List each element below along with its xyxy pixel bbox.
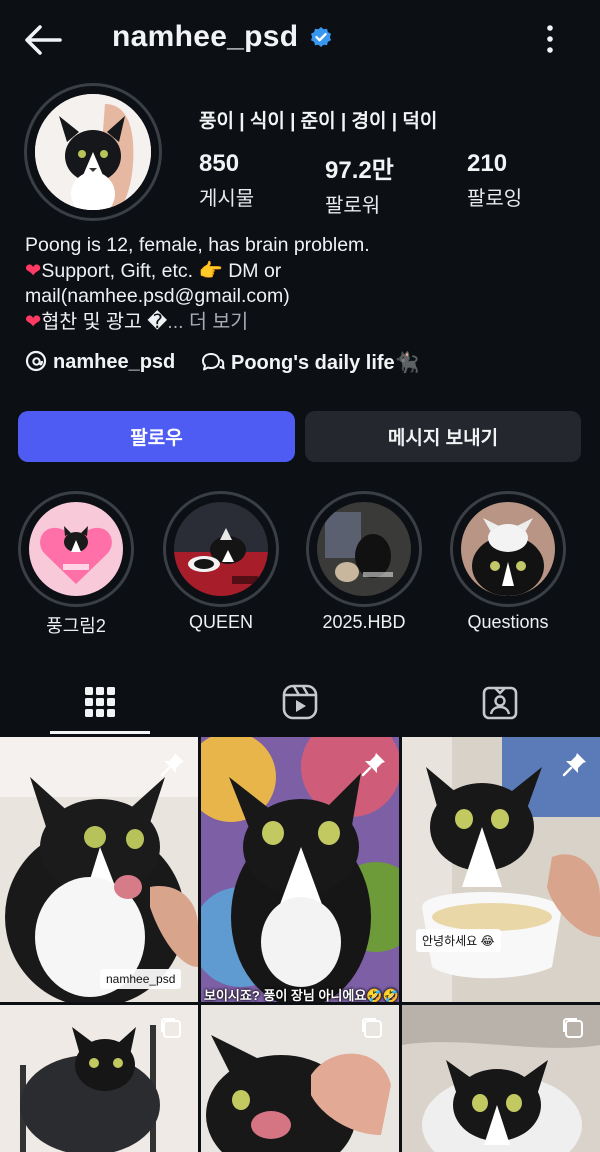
multi-post-icon [362, 1018, 382, 1038]
tab-grid[interactable] [0, 668, 200, 736]
post-caption: namhee_psd [100, 969, 182, 989]
profile-tabs [0, 668, 600, 736]
tab-reels[interactable] [200, 668, 400, 736]
post-tile[interactable] [402, 1005, 600, 1152]
bio-more-link[interactable]: ... 더 보기 [167, 311, 248, 333]
highlight-ring [18, 491, 134, 607]
threads-link[interactable]: namhee_psd [25, 350, 175, 374]
back-arrow-icon[interactable] [20, 20, 66, 60]
posts-count[interactable]: 850 게시물 [199, 150, 254, 211]
post-caption: 보이시죠? 풍이 장님 아니에요🤣🤣 [204, 988, 399, 1002]
bio-line-1: Poong is 12, female, has brain problem. [25, 234, 370, 256]
highlight-cover [29, 502, 123, 596]
followers-count[interactable]: 97.2만 팔로워 [325, 150, 394, 218]
tagged-icon [482, 686, 518, 720]
pointing-hand-icon: 👉 [198, 259, 223, 282]
highlight-cover [317, 502, 411, 596]
channel-link[interactable]: Poong's daily life🐈‍⬛ [201, 350, 420, 375]
avatar[interactable] [35, 94, 151, 210]
following-count[interactable]: 210 팔로잉 [467, 150, 522, 211]
post-tile[interactable] [0, 1005, 198, 1152]
following-count-label: 팔로잉 [467, 188, 523, 210]
bio-line-4: ❤협찬 및 광고 �... 더 보기 [25, 310, 585, 336]
verified-badge-icon [311, 27, 331, 47]
highlight-item[interactable]: QUEEN [163, 491, 279, 633]
bio-line-2-tail: DM or [222, 259, 282, 282]
follow-button[interactable]: 팔로우 [18, 411, 295, 462]
tab-tagged[interactable] [400, 668, 600, 736]
highlight-cover [174, 502, 268, 596]
bio-line-2-text: Support, Gift, etc. [41, 259, 199, 282]
highlight-item[interactable]: 풍그림2 [18, 491, 134, 638]
highlight-label: 풍그림2 [46, 616, 106, 636]
pinned-icon [361, 753, 385, 777]
more-options-icon[interactable] [536, 22, 564, 56]
highlight-label: QUEEN [188, 612, 253, 632]
pinned-icon [160, 753, 184, 777]
threads-link-label: namhee_psd [53, 351, 176, 373]
multi-post-icon [563, 1018, 583, 1038]
highlight-ring [450, 491, 566, 607]
active-tab-indicator [50, 731, 150, 734]
posts-count-value: 850 [199, 150, 240, 177]
top-bar: namhee_psd [0, 0, 600, 80]
highlight-label: Questions [467, 612, 549, 632]
message-button[interactable]: 메시지 보내기 [305, 411, 581, 462]
highlight-ring [306, 491, 422, 607]
bio-line-3: mail(namhee.psd@gmail.com) [25, 285, 290, 307]
chat-bubble-icon [202, 353, 225, 371]
heart-icon: ❤ [25, 259, 42, 282]
post-tile[interactable]: 안녕하세요 😂 [402, 737, 600, 1002]
grid-icon [85, 687, 115, 717]
followers-count-value: 97.2만 [325, 157, 394, 184]
highlight-cover [461, 502, 555, 596]
post-tile[interactable]: namhee_psd [0, 737, 198, 1002]
bio-line-2: ❤Support, Gift, etc. 👉 DM or [25, 259, 585, 285]
channel-link-label: Poong's daily life🐈‍⬛ [231, 352, 420, 374]
following-count-value: 210 [467, 150, 508, 177]
highlight-ring [163, 491, 279, 607]
posts-count-label: 게시물 [199, 188, 255, 210]
profile-display-names: 풍이 | 식이 | 준이 | 경이 | 덕이 [199, 111, 438, 132]
bio-line-4-text: 협찬 및 광고 � [41, 310, 168, 333]
heart-icon: ❤ [25, 310, 42, 333]
multi-post-icon [161, 1018, 181, 1038]
profile-bio: Poong is 12, female, has brain problem. … [25, 233, 585, 335]
highlight-label: 2025.HBD [322, 612, 406, 632]
highlight-item[interactable]: 2025.HBD [306, 491, 422, 633]
post-caption: 안녕하세요 😂 [416, 929, 501, 952]
reels-icon [282, 684, 318, 720]
followers-count-label: 팔로워 [325, 195, 381, 217]
profile-username: namhee_psd [112, 20, 299, 53]
threads-icon [25, 350, 47, 372]
highlight-item[interactable]: Questions [450, 491, 566, 633]
post-tile[interactable]: 보이시죠? 풍이 장님 아니에요🤣🤣 [201, 737, 399, 1002]
post-tile[interactable] [201, 1005, 399, 1152]
pinned-icon [562, 753, 586, 777]
